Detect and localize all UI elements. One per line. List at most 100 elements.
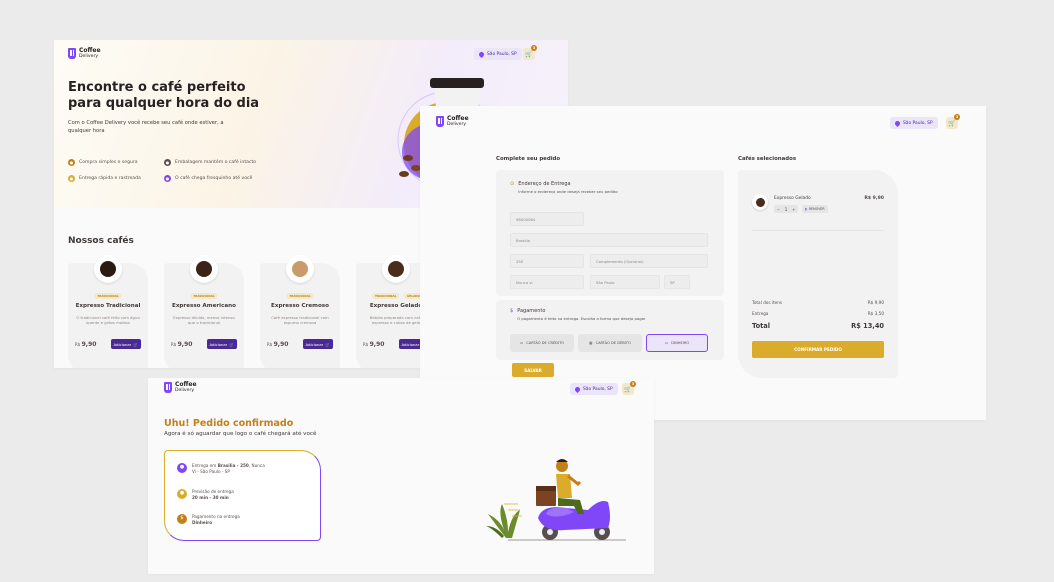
cart-count-badge: 3 [954,114,960,120]
map-pin-icon [893,119,902,127]
district-field[interactable]: Nunca vi [510,275,584,289]
product-card: TRADICIONAL Expresso Cremoso Café expres… [260,255,340,368]
cart-icon: 🛒 [229,341,234,347]
coffee-image [94,255,122,283]
add-to-cart-button[interactable]: Adicionar🛒 [206,339,237,349]
payment-cash[interactable]: ▭ DINHEIRO [646,334,708,352]
money-icon: ▭ [664,341,669,345]
product-price: R$ 9,90 [267,341,289,348]
brand-logo[interactable]: Coffee Delivery [164,382,197,394]
success-screen: Coffee Delivery São Paulo, SP 🛒 3 Uhu! P… [148,378,654,574]
uf-field[interactable]: SP [664,275,690,289]
order-info-card: ● Entrega em Brasilia - 250, Nunca Vi - … [164,450,321,541]
product-card: TRADICIONAL Expresso Americano Expresso … [164,255,244,368]
product-tag: TRADICIONAL [372,293,400,299]
coffee-image [382,255,410,283]
coffee-cup-icon [436,116,444,128]
delivery-illustration [486,459,626,541]
street-field[interactable]: Brasilia [510,233,708,247]
coffee-cup-icon [164,382,172,394]
credit-card-icon: ▭ [519,341,524,345]
payment-method-row: $ Pagamento na entrega Dinheiro [177,514,240,526]
location-label: São Paulo, SP [583,386,613,392]
number-field[interactable]: 250 [510,254,584,268]
cart-count-badge: 3 [630,381,636,387]
product-card: TRADICIONAL Expresso Tradicional O tradi… [68,255,148,368]
brand-logo[interactable]: Coffee Delivery [436,116,469,128]
payment-debit-card[interactable]: ▦ CARTÃO DE DÉBITO [578,334,642,352]
payment-title: Pagamento [517,308,546,314]
hero-subtitle-line2: qualquer hora [68,128,105,134]
product-price: R$ 9,90 [75,341,97,348]
cart-icon: ● [68,159,75,166]
location-label: São Paulo, SP [903,120,933,126]
feature-item: ● O café chega fresquinho até você [164,175,253,182]
product-tag: TRADICIONAL [190,293,218,299]
cart-icon: 🛒 [325,341,330,347]
cart-count-badge: 3 [531,45,537,51]
location-badge[interactable]: São Paulo, SP [570,383,618,395]
cep-field[interactable]: 98000064 [510,212,584,226]
address-title: Endereço de Entrega [518,181,571,187]
timer-icon: ● [177,489,187,499]
product-title: Expresso Cremoso [271,303,329,309]
delivery-address-row: ● Entrega em Brasilia - 250, Nunca Vi - … [177,463,265,475]
payment-section: $ Pagamento O pagamento é feito na entre… [496,300,724,360]
map-pin-outline-icon: ⊙ [510,181,515,187]
cart-icon: 🛒 [948,119,956,127]
add-to-cart-button[interactable]: Adicionar🛒 [302,339,333,349]
complement-field[interactable]: Complemento (Opcional) [590,254,708,268]
confirm-order-button[interactable]: CONFIRMAR PEDIDO [752,341,884,358]
product-tag: TRADICIONAL [286,293,314,299]
product-description: Café expresso tradicional com espuma cre… [271,315,329,326]
add-to-cart-button[interactable]: Adicionar🛒 [110,339,141,349]
product-description: O tradicional café feito com água quente… [76,315,140,326]
save-button[interactable]: SALVAR [512,363,554,377]
complete-order-title: Complete seu pedido [496,156,561,162]
cart-summary: Expresso Gelado R$ 9,90 −1 + ▮ REMOVER Tot… [738,170,898,378]
city-field[interactable]: São Paulo [590,275,660,289]
location-badge[interactable]: São Paulo, SP [890,117,938,129]
brand-line2: Delivery [175,388,195,393]
location-label: São Paulo, SP [487,51,517,57]
coffee-image [752,194,768,210]
divider [752,230,884,231]
payment-subtitle: O pagamento é feito na entrega. Escolha … [517,316,646,321]
checkout-screen: Coffee Delivery São Paulo, SP 🛒 3 Comple… [420,106,986,420]
location-badge[interactable]: São Paulo, SP [474,48,522,60]
dollar-icon: $ [177,514,187,524]
product-price: R$ 9,90 [363,341,385,348]
map-pin-icon [573,385,582,393]
address-form: ⊙ Endereço de Entrega Informe o endereço… [496,170,724,296]
total-row: Total R$ 13,40 [752,322,884,330]
cart-icon: 🛒 [525,50,533,58]
dollar-icon: $ [510,308,514,314]
delivery-forecast-row: ● Previsão de entrega 20 min - 30 min [177,489,234,501]
coffee-icon: ● [164,175,171,182]
cart-icon: 🛒 [133,341,138,347]
selected-coffees-title: Cafés selecionados [738,156,797,162]
quantity-stepper[interactable]: −1 + [774,205,798,213]
remove-button[interactable]: ▮ REMOVER [802,205,828,213]
hero-title-line1: Encontre o café perfeito [68,80,246,95]
brand-line2: Delivery [447,122,467,127]
success-title: Uhu! Pedido confirmado [164,418,294,429]
plus-icon: + [792,206,796,212]
section-title: Nossos cafés [68,236,134,246]
payment-credit-card[interactable]: ▭ CARTÃO DE CRÉDITO [510,334,574,352]
hero-title-line2: para qualquer hora do dia [68,96,260,111]
minus-icon: − [776,206,780,212]
product-price: R$ 9,90 [171,341,193,348]
product-tag: TRADICIONAL [94,293,122,299]
brand-line2: Delivery [79,54,99,59]
coffee-cup-icon [68,48,76,60]
map-pin-icon [477,50,486,58]
cart-item-price: R$ 9,90 [864,196,884,201]
brand-logo[interactable]: Coffee Delivery [68,48,101,60]
feature-item: ● Compra simples e segura [68,159,138,166]
delivery-row: Entrega R$ 3,50 [752,311,884,316]
coffee-image [286,255,314,283]
success-subtitle: Agora é só aguardar que logo o café cheg… [164,431,317,437]
feature-item: ● Entrega rápida e rastreada [68,175,141,182]
address-subtitle: Informe o endereço onde deseja receber s… [518,189,618,194]
